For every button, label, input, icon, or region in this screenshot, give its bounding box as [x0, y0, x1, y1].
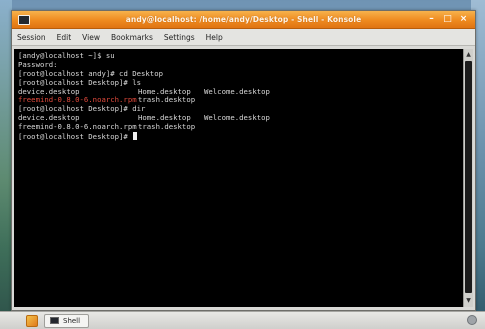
text-cursor [133, 132, 138, 141]
terminal-icon [50, 317, 59, 324]
scrollbar-thumb[interactable] [465, 61, 472, 293]
app-menu-icon[interactable] [26, 314, 38, 327]
shell-prompt: [root@localhost andy]# [18, 68, 120, 78]
system-tray-icon[interactable] [467, 315, 477, 325]
konsole-window: andy@localhost: /home/andy/Desktop - She… [11, 10, 476, 311]
maximize-button[interactable]: □ [442, 14, 453, 25]
terminal-output[interactable]: [andy@localhost ~]$ su Password: [root@loc… [14, 49, 463, 307]
shell-command: dir [132, 104, 146, 114]
shell-prompt: [root@localhost Desktop]# [18, 77, 133, 87]
terminal-app-icon[interactable] [18, 14, 30, 25]
file-entry: trash.desktop [138, 95, 196, 105]
menu-bar: Session Edit View Bookmarks Settings Hel… [12, 29, 475, 46]
output-text: Password: [18, 59, 58, 69]
window-titlebar[interactable]: andy@localhost: /home/andy/Desktop - She… [12, 11, 475, 29]
shell-command: cd Desktop [119, 68, 163, 78]
terminal-line: [root@localhost Desktop]# [18, 132, 459, 141]
menu-view[interactable]: View [82, 33, 100, 42]
menu-edit[interactable]: Edit [57, 33, 72, 42]
menu-bookmarks[interactable]: Bookmarks [111, 33, 153, 42]
shell-prompt: [root@localhost Desktop]# [18, 132, 133, 142]
file-entry: Welcome.desktop [204, 113, 270, 123]
close-button[interactable]: × [458, 14, 469, 25]
menu-settings[interactable]: Settings [164, 33, 195, 42]
taskbar-task-shell[interactable]: Shell [44, 313, 90, 328]
shell-prompt: [andy@localhost ~]$ [18, 51, 106, 60]
file-entry: Welcome.desktop [204, 86, 270, 96]
scroll-down-icon[interactable]: ▼ [465, 297, 472, 305]
shell-command: ls [132, 77, 142, 87]
scroll-up-icon[interactable]: ▲ [465, 51, 472, 59]
taskbar: Shell [0, 311, 485, 329]
taskbar-task-label: Shell [63, 316, 81, 325]
window-title: andy@localhost: /home/andy/Desktop - She… [125, 15, 362, 24]
terminal-line: [andy@localhost ~]$ su [18, 51, 459, 61]
shell-prompt: [root@localhost Desktop]# [18, 104, 133, 114]
window-controls: – □ × [426, 14, 469, 25]
terminal-scrollbar[interactable]: ▲ ▼ [463, 49, 473, 307]
menu-session[interactable]: Session [17, 33, 46, 42]
file-entry: freemind-0.8.0-6.noarch.rpm [18, 122, 137, 132]
terminal-line: freemind-0.8.0-6.noarch.rpmtrash.desktop [18, 122, 459, 132]
menu-help[interactable]: Help [206, 33, 223, 42]
minimize-button[interactable]: – [426, 14, 437, 25]
shell-command: su [105, 51, 115, 60]
file-entry: trash.desktop [138, 122, 196, 132]
